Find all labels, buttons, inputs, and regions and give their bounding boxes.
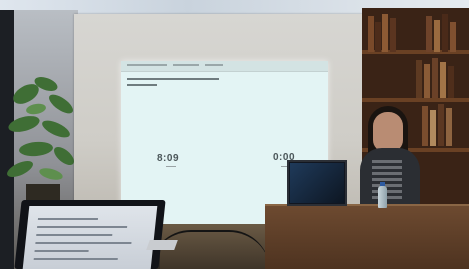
laptop-edge — [146, 240, 178, 250]
foreground-laptop-display — [22, 206, 158, 269]
water-bottle-icon — [378, 186, 387, 208]
photo-scene: 8:09 0:00 — [0, 0, 469, 269]
podium-laptop-display — [290, 163, 344, 203]
shelf-row — [366, 54, 466, 98]
speaker-shirt — [372, 160, 402, 200]
podium — [265, 206, 469, 269]
slide-heading-line — [127, 78, 219, 80]
timer-left-caption — [166, 166, 176, 167]
shelf-row — [366, 8, 466, 52]
slide-heading-line — [127, 84, 157, 86]
timer-left: 8:09 — [157, 153, 180, 164]
browser-toolbar — [121, 61, 328, 72]
potted-plant-icon — [7, 77, 74, 214]
speaker-face — [373, 112, 403, 152]
